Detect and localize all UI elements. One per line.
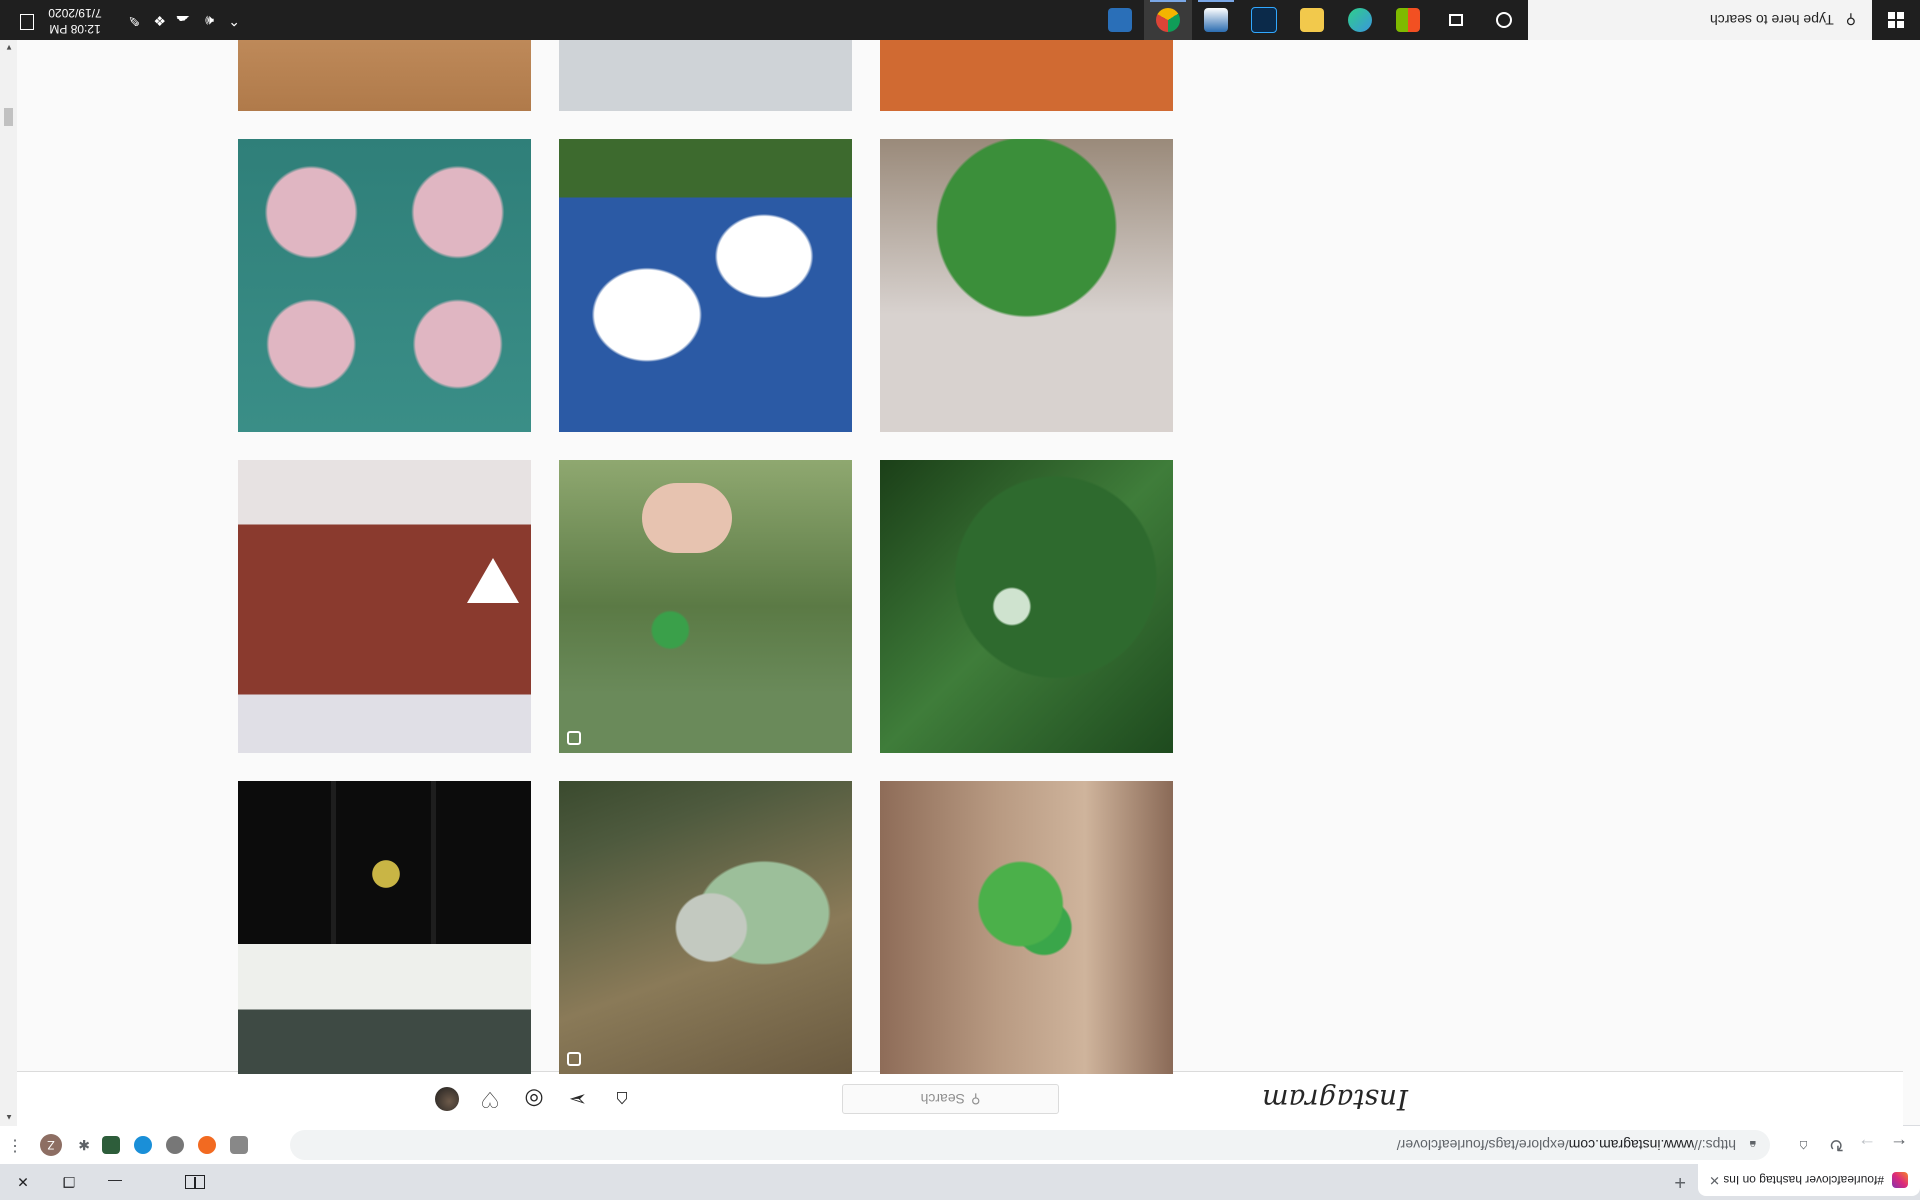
settings-icon[interactable] [1096,0,1144,40]
direct-icon[interactable]: ➢ [565,1086,591,1112]
url-path: /explore/tags/fourleafclover/ [1396,1137,1569,1153]
post-thumbnail[interactable] [880,781,1173,1074]
windows-logo-icon [1888,12,1904,28]
multi-photo-icon [567,1052,581,1066]
extension-icon[interactable] [198,1136,216,1154]
new-tab-button[interactable]: + [1674,1171,1686,1193]
windows-taskbar: ⚲ Type here to search ⌃ 🔊︎ ☁ ❖ ✎ 12:08 P… [0,0,1920,40]
back-icon[interactable]: ← [1890,1135,1908,1155]
cloud-icon[interactable]: ☁ [176,12,190,29]
multi-photo-icon [567,731,581,745]
cortana-icon[interactable] [1480,0,1528,40]
shirt-print [238,781,531,944]
scroll-down-icon[interactable]: ▼ [5,43,13,52]
clock-date: 7/19/2020 [48,6,102,20]
post-thumbnail[interactable] [238,139,531,432]
notification-icon[interactable] [20,14,34,30]
heart-icon[interactable]: ♡ [477,1086,503,1112]
tab-strip: #fourleafclover hashtag on Insta ✕ + — ❐… [0,1164,1920,1200]
restore-button[interactable]: ❐ [46,1164,92,1200]
instagram-header: Instagram ⚲ Search ⌂ ➢ ◎ ♡ [0,1071,1903,1126]
extension-icon[interactable] [166,1136,184,1154]
lock-icon[interactable]: 🔒︎ [1750,1137,1756,1152]
url-scheme: https:// [1693,1137,1736,1153]
dropbox-icon[interactable]: ❖ [153,12,166,29]
volume-icon[interactable]: 🔊︎ [205,12,214,29]
clock-time: 12:08 PM [49,22,101,36]
url-text[interactable]: https://www.instagram.com/explore/tags/f… [1397,1137,1736,1153]
url-host: www.instagram.com [1568,1137,1694,1153]
instagram-logo[interactable]: Instagram [1262,1083,1408,1116]
post-thumbnail[interactable] [238,781,531,1074]
photoshop-icon[interactable] [1240,0,1288,40]
reload-icon[interactable]: ↻ [1829,1135,1844,1155]
post-thumbnail[interactable] [559,139,852,432]
profile-avatar[interactable]: Z [40,1134,62,1156]
store-icon[interactable] [1384,0,1432,40]
hand-shape [642,483,732,553]
instagram-search-input[interactable]: ⚲ Search [842,1084,1059,1114]
post-thumbnail[interactable] [559,781,852,1074]
vertical-scrollbar[interactable]: ▲ ▼ [0,40,17,1126]
edge-icon[interactable] [1336,0,1384,40]
tab-title: #fourleafclover hashtag on Insta [1724,1173,1884,1187]
emblem-shape [467,558,519,603]
search-icon: ⚲ [1845,12,1856,29]
post-thumbnail[interactable] [238,460,531,753]
search-icon: ⚲ [970,1092,981,1107]
scroll-up-icon[interactable]: ▲ [5,1113,13,1122]
taskbar-search-box[interactable]: ⚲ Type here to search [1528,0,1872,40]
extensions-puzzle-icon[interactable]: ✱ [72,1136,90,1154]
extension-icon[interactable] [102,1136,120,1154]
start-button[interactable] [1872,0,1920,40]
post-thumbnail[interactable] [559,460,852,753]
taskbar-clock[interactable]: 12:08 PM 7/19/2020 [42,5,108,37]
extension-icon[interactable] [134,1136,152,1154]
close-window-button[interactable]: ✕ [0,1164,46,1200]
post-thumbnail[interactable] [880,460,1173,753]
browser-tab[interactable]: #fourleafclover hashtag on Insta ✕ [1698,1164,1920,1196]
task-view-icon[interactable] [1432,0,1480,40]
browser-menu-icon[interactable]: ⋮ [7,1136,23,1156]
search-placeholder: Search [920,1091,965,1107]
minimize-button[interactable]: — [92,1164,138,1200]
file-explorer-icon[interactable] [1288,0,1336,40]
explore-icon[interactable]: ◎ [521,1086,547,1112]
address-bar[interactable]: 🔒︎ https://www.instagram.com/explore/tag… [290,1130,1770,1160]
browser-toolbar: ← → ↻ ⌂ 🔒︎ https://www.instagram.com/exp… [0,1125,1920,1164]
tab-search-icon[interactable] [185,1175,205,1189]
bookmark-icon[interactable]: ⌂ [1799,1135,1808,1155]
chevron-up-icon[interactable]: ⌃ [228,12,240,29]
scrollbar-thumb[interactable] [4,108,13,126]
screen: #fourleafclover hashtag on Insta ✕ + — ❐… [0,0,1920,1200]
instagram-nav: ⌂ ➢ ◎ ♡ [435,1086,653,1112]
instagram-favicon-icon [1892,1172,1908,1188]
chrome-icon[interactable] [1144,0,1192,40]
post-thumbnail[interactable] [880,139,1173,432]
tab-close-icon[interactable]: ✕ [1709,1172,1720,1188]
extension-icon[interactable] [230,1136,248,1154]
taskbar-search-placeholder: Type here to search [1709,12,1834,28]
photos-icon[interactable] [1192,0,1240,40]
avatar[interactable] [435,1087,459,1111]
forward-icon[interactable]: → [1858,1135,1876,1155]
home-icon[interactable]: ⌂ [609,1086,635,1112]
pen-icon[interactable]: ✎ [128,12,140,29]
